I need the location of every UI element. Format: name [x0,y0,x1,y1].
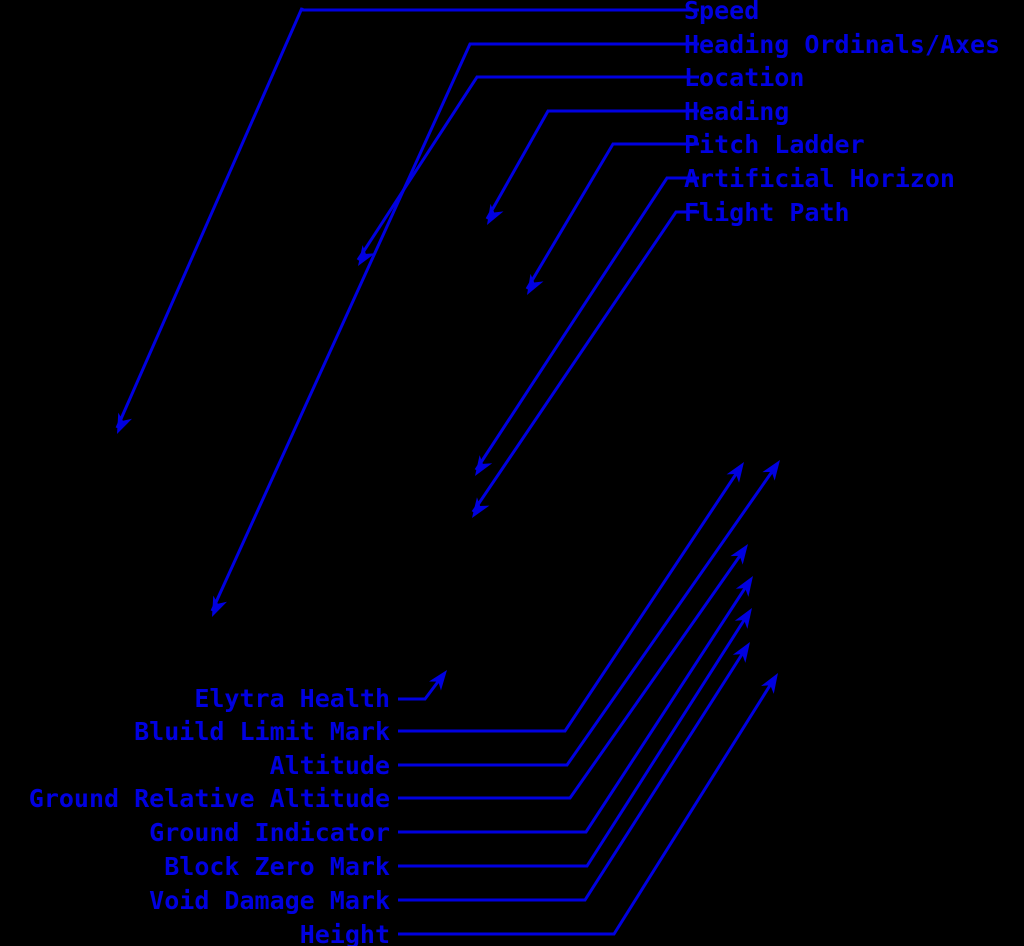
arrowhead-shape [761,673,778,694]
callout-label-ground-indicator: Ground Indicator [149,818,390,847]
leader-line-flight-path [471,210,699,513]
callout-label-block-zero-mark: Block Zero Mark [164,852,390,881]
arrowheads [117,203,780,694]
arrowhead-altitude [762,460,780,481]
arrowhead-shape [487,203,504,225]
leader-line-altitude [398,465,778,767]
leader-line-block-zero-mark [398,613,750,868]
arrowhead-flight-path [472,497,490,518]
arrowhead-shape [475,455,493,476]
callout-label-void-damage-mark: Void Damage Mark [149,886,390,915]
callout-label-flight-path: Flight Path [684,198,850,227]
arrowhead-shape [732,642,750,663]
callout-label-artificial-horizon: Artificial Horizon [684,164,955,193]
arrowhead-shape [730,544,748,565]
callout-label-pitch-ladder: Pitch Ladder [684,130,865,159]
callout-label-height: Height [299,920,390,946]
callout-label-bluild-limit-mark: Bluild Limit Mark [134,717,390,746]
arrowhead-heading [487,203,504,225]
leader-line-heading [485,109,699,220]
arrowhead-shape [762,460,780,481]
arrowhead-pitch-ladder [527,273,544,295]
arrowhead-shape [726,462,744,483]
leader-line-artificial-horizon [474,176,699,471]
arrowhead-ground-indicator [735,576,753,597]
leader-line-bluild-limit-mark [398,467,742,733]
leader-line-location [356,75,699,261]
arrowhead-void-damage-mark [732,642,750,663]
arrowhead-block-zero-mark [734,608,752,629]
arrowhead-shape [735,576,753,597]
arrowhead-artificial-horizon [475,455,493,476]
arrowhead-shape [527,273,544,295]
callout-label-speed: Speed [684,0,760,25]
leader-line-void-damage-mark [398,647,748,902]
arrowhead-shape [472,497,490,518]
callout-label-ground-relative-altitude: Ground Relative Altitude [28,784,390,813]
callout-label-elytra-health: Elytra Health [194,684,390,713]
callout-label-heading-ordinals-axes: Heading Ordinals/Axes [684,30,1001,59]
arrowhead-shape [734,608,752,629]
callout-label-altitude: Altitude [269,751,390,780]
arrowhead-bluild-limit-mark [726,462,744,483]
hud-callout-diagram: Speed Heading Ordinals/Axes Location Headin… [0,0,1024,946]
arrowhead-ground-relative-altitude [730,544,748,565]
callout-label-location: Location [684,63,805,92]
leader-line-heading-ordinals-axes [210,42,699,612]
leader-line-speed [115,7,699,429]
arrowhead-height [761,673,778,694]
callout-label-heading: Heading [684,97,790,126]
